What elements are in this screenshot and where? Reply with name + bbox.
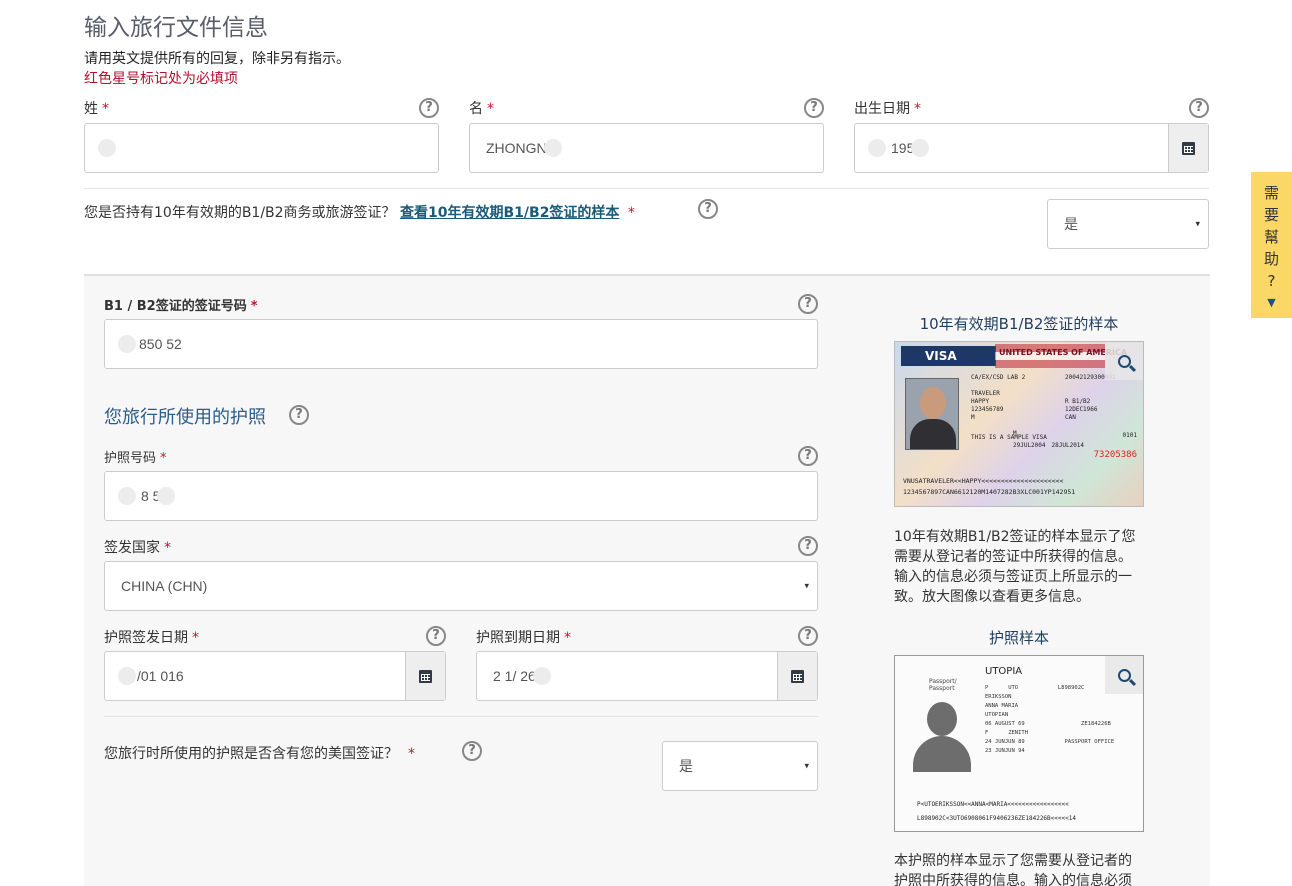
passport-has-visa-help-icon[interactable]: ? xyxy=(462,741,482,761)
redaction-blur xyxy=(118,335,136,353)
visa-red-number: 73205386 xyxy=(1093,450,1137,460)
passport-number-label: 护照号码 * xyxy=(104,451,167,466)
required-star: * xyxy=(250,299,258,314)
visa-sample-description: 10年有效期B1/B2签证的样本显示了您需要从登记者的签证中所获得的信息。输入的… xyxy=(894,529,1136,605)
issuing-country-label: 签发国家 * xyxy=(104,540,171,556)
issue-date-help-icon[interactable]: ? xyxy=(426,626,446,646)
redaction-blur xyxy=(118,487,136,505)
passport-section-help-icon[interactable]: ? xyxy=(289,405,309,425)
visa-sample-link[interactable]: 查看10年有效期B1/B2签证的样本 xyxy=(400,205,619,221)
divider xyxy=(104,716,818,717)
dob-input[interactable]: 195 xyxy=(854,123,1209,173)
visa-zoom-button[interactable] xyxy=(1105,342,1143,380)
calendar-icon xyxy=(791,669,804,683)
passport-country: UTOPIA xyxy=(985,666,1023,677)
redaction-blur xyxy=(532,667,551,685)
passport-sample-image[interactable]: UTOPIA Passport/ Passport P UTO L898902C… xyxy=(894,655,1144,832)
redaction-blur xyxy=(911,139,930,157)
visa-mrz: VNUSATRAVELER<<HAPPY<<<<<<<<<<<<<<<<<<<<… xyxy=(903,477,1076,496)
ten-year-visa-select[interactable]: 是 ▾ xyxy=(1047,199,1209,249)
passport-section-title: 您旅行所使用的护照 xyxy=(104,407,266,428)
body-shape xyxy=(913,736,971,772)
calendar-icon xyxy=(1182,141,1195,155)
visa-number-help-icon[interactable]: ? xyxy=(798,294,818,314)
calendar-icon xyxy=(419,669,432,683)
required-star: * xyxy=(627,205,635,221)
expiry-date-calendar-button[interactable] xyxy=(777,652,817,700)
required-star: * xyxy=(102,101,109,117)
ten-year-visa-question: 您是否持有10年有效期的B1/B2商务或旅游签证？ 查看10年有效期B1/B2签… xyxy=(84,205,635,221)
visa-0101: 0101 xyxy=(1122,432,1137,439)
page-title: 输入旅行文件信息 xyxy=(84,15,268,41)
passport-mrz: P<UTOERIKSSON<<ANNA<MARIA<<<<<<<<<<<<<<<… xyxy=(917,801,1076,822)
magnifier-icon xyxy=(1117,354,1131,368)
given-name-input[interactable]: ZHONGN xyxy=(469,123,824,173)
surname-input[interactable] xyxy=(84,123,439,173)
visa-fields: CA/EX/CSD LAB 2 TRAVELER HAPPY 123456789… xyxy=(971,374,1047,441)
intro-text: 请用英文提供所有的回复，除非另有指示。 xyxy=(84,51,350,67)
visa-photo xyxy=(905,378,959,450)
issue-date-label: 护照签发日期 * xyxy=(104,630,199,646)
given-name-label: 名 * xyxy=(469,101,494,117)
redaction-blur xyxy=(157,487,176,505)
visa-number-input[interactable]: 850 52 xyxy=(104,319,818,369)
redaction-blur xyxy=(868,139,886,157)
surname-label: 姓 * xyxy=(84,101,109,117)
divider xyxy=(84,188,1209,189)
required-star: * xyxy=(564,630,571,646)
passport-has-visa-select[interactable]: 是 ▾ xyxy=(662,741,818,791)
passport-fields: P UTO L898902C ERIKSSON ANNA MARIA UTOPI… xyxy=(985,685,1115,754)
issuing-country-select[interactable]: CHINA (CHN) ▾ xyxy=(104,561,818,611)
visa-number-label: B1 / B2签证的签证号码 * xyxy=(104,299,258,314)
required-star: * xyxy=(160,451,167,466)
passport-zoom-button[interactable] xyxy=(1105,656,1143,694)
expiry-date-input[interactable]: 2 1/ 26 xyxy=(476,651,818,701)
face-shape xyxy=(920,387,946,419)
visa-sex: M xyxy=(1013,430,1017,437)
passport-sample-description: 本护照的样本显示了您需要从登记者的护照中所获得的信息。输入的信息必须 xyxy=(894,853,1132,886)
dob-label: 出生日期 * xyxy=(854,101,921,117)
required-star: * xyxy=(487,101,494,117)
magnifier-icon xyxy=(1117,668,1131,682)
surname-help-icon[interactable]: ? xyxy=(419,98,439,118)
required-star: * xyxy=(408,746,415,762)
passport-sample-title: 护照样本 xyxy=(988,629,1049,647)
issuing-country-help-icon[interactable]: ? xyxy=(798,536,818,556)
redaction-blur xyxy=(543,139,562,157)
triangle-down-icon: ▼ xyxy=(1267,296,1276,309)
chevron-down-icon: ▾ xyxy=(804,760,809,771)
visa-sample-image[interactable]: VISA UNITED STATES OF AMERICA CA/EX/CSD … xyxy=(894,341,1144,507)
required-star: * xyxy=(914,101,921,117)
given-name-help-icon[interactable]: ? xyxy=(804,98,824,118)
issue-date-calendar-button[interactable] xyxy=(405,652,445,700)
redaction-blur xyxy=(118,667,136,685)
passport-has-visa-question: 您旅行时所使用的护照是否含有您的美国签证？ * xyxy=(104,746,415,762)
chevron-down-icon: ▾ xyxy=(1195,218,1200,229)
ten-year-visa-help-icon[interactable]: ? xyxy=(698,199,718,219)
shoulders-shape xyxy=(910,419,956,449)
required-star: * xyxy=(192,630,199,646)
expiry-date-help-icon[interactable]: ? xyxy=(798,626,818,646)
passport-number-help-icon[interactable]: ? xyxy=(798,446,818,466)
expiry-date-label: 护照到期日期 * xyxy=(476,630,571,646)
passport-word: Passport/ Passport xyxy=(929,678,957,692)
person-silhouette-icon xyxy=(911,700,973,772)
required-star: * xyxy=(164,540,171,556)
redaction-blur xyxy=(98,139,116,157)
issue-date-input[interactable]: /01 016 xyxy=(104,651,446,701)
chevron-down-icon: ▾ xyxy=(804,580,809,591)
required-note: 红色星号标记处为必填项 xyxy=(84,71,238,87)
visa-word: VISA xyxy=(901,346,996,366)
visa-sample-title: 10年有效期B1/B2签证的样本 xyxy=(919,315,1119,333)
head-shape xyxy=(927,702,957,736)
passport-number-input[interactable]: 8 5 xyxy=(104,471,818,521)
dob-help-icon[interactable]: ? xyxy=(1189,98,1209,118)
dob-calendar-button[interactable] xyxy=(1168,124,1208,172)
visa-fields-right: 20042129300001 R B1/B2 12DEC1966 CAN xyxy=(1065,374,1116,421)
help-tab[interactable]: 需 要 幫 助 ? ▼ xyxy=(1251,172,1292,318)
visa-dates: 29JUL2004 28JUL2014 xyxy=(1013,442,1085,449)
